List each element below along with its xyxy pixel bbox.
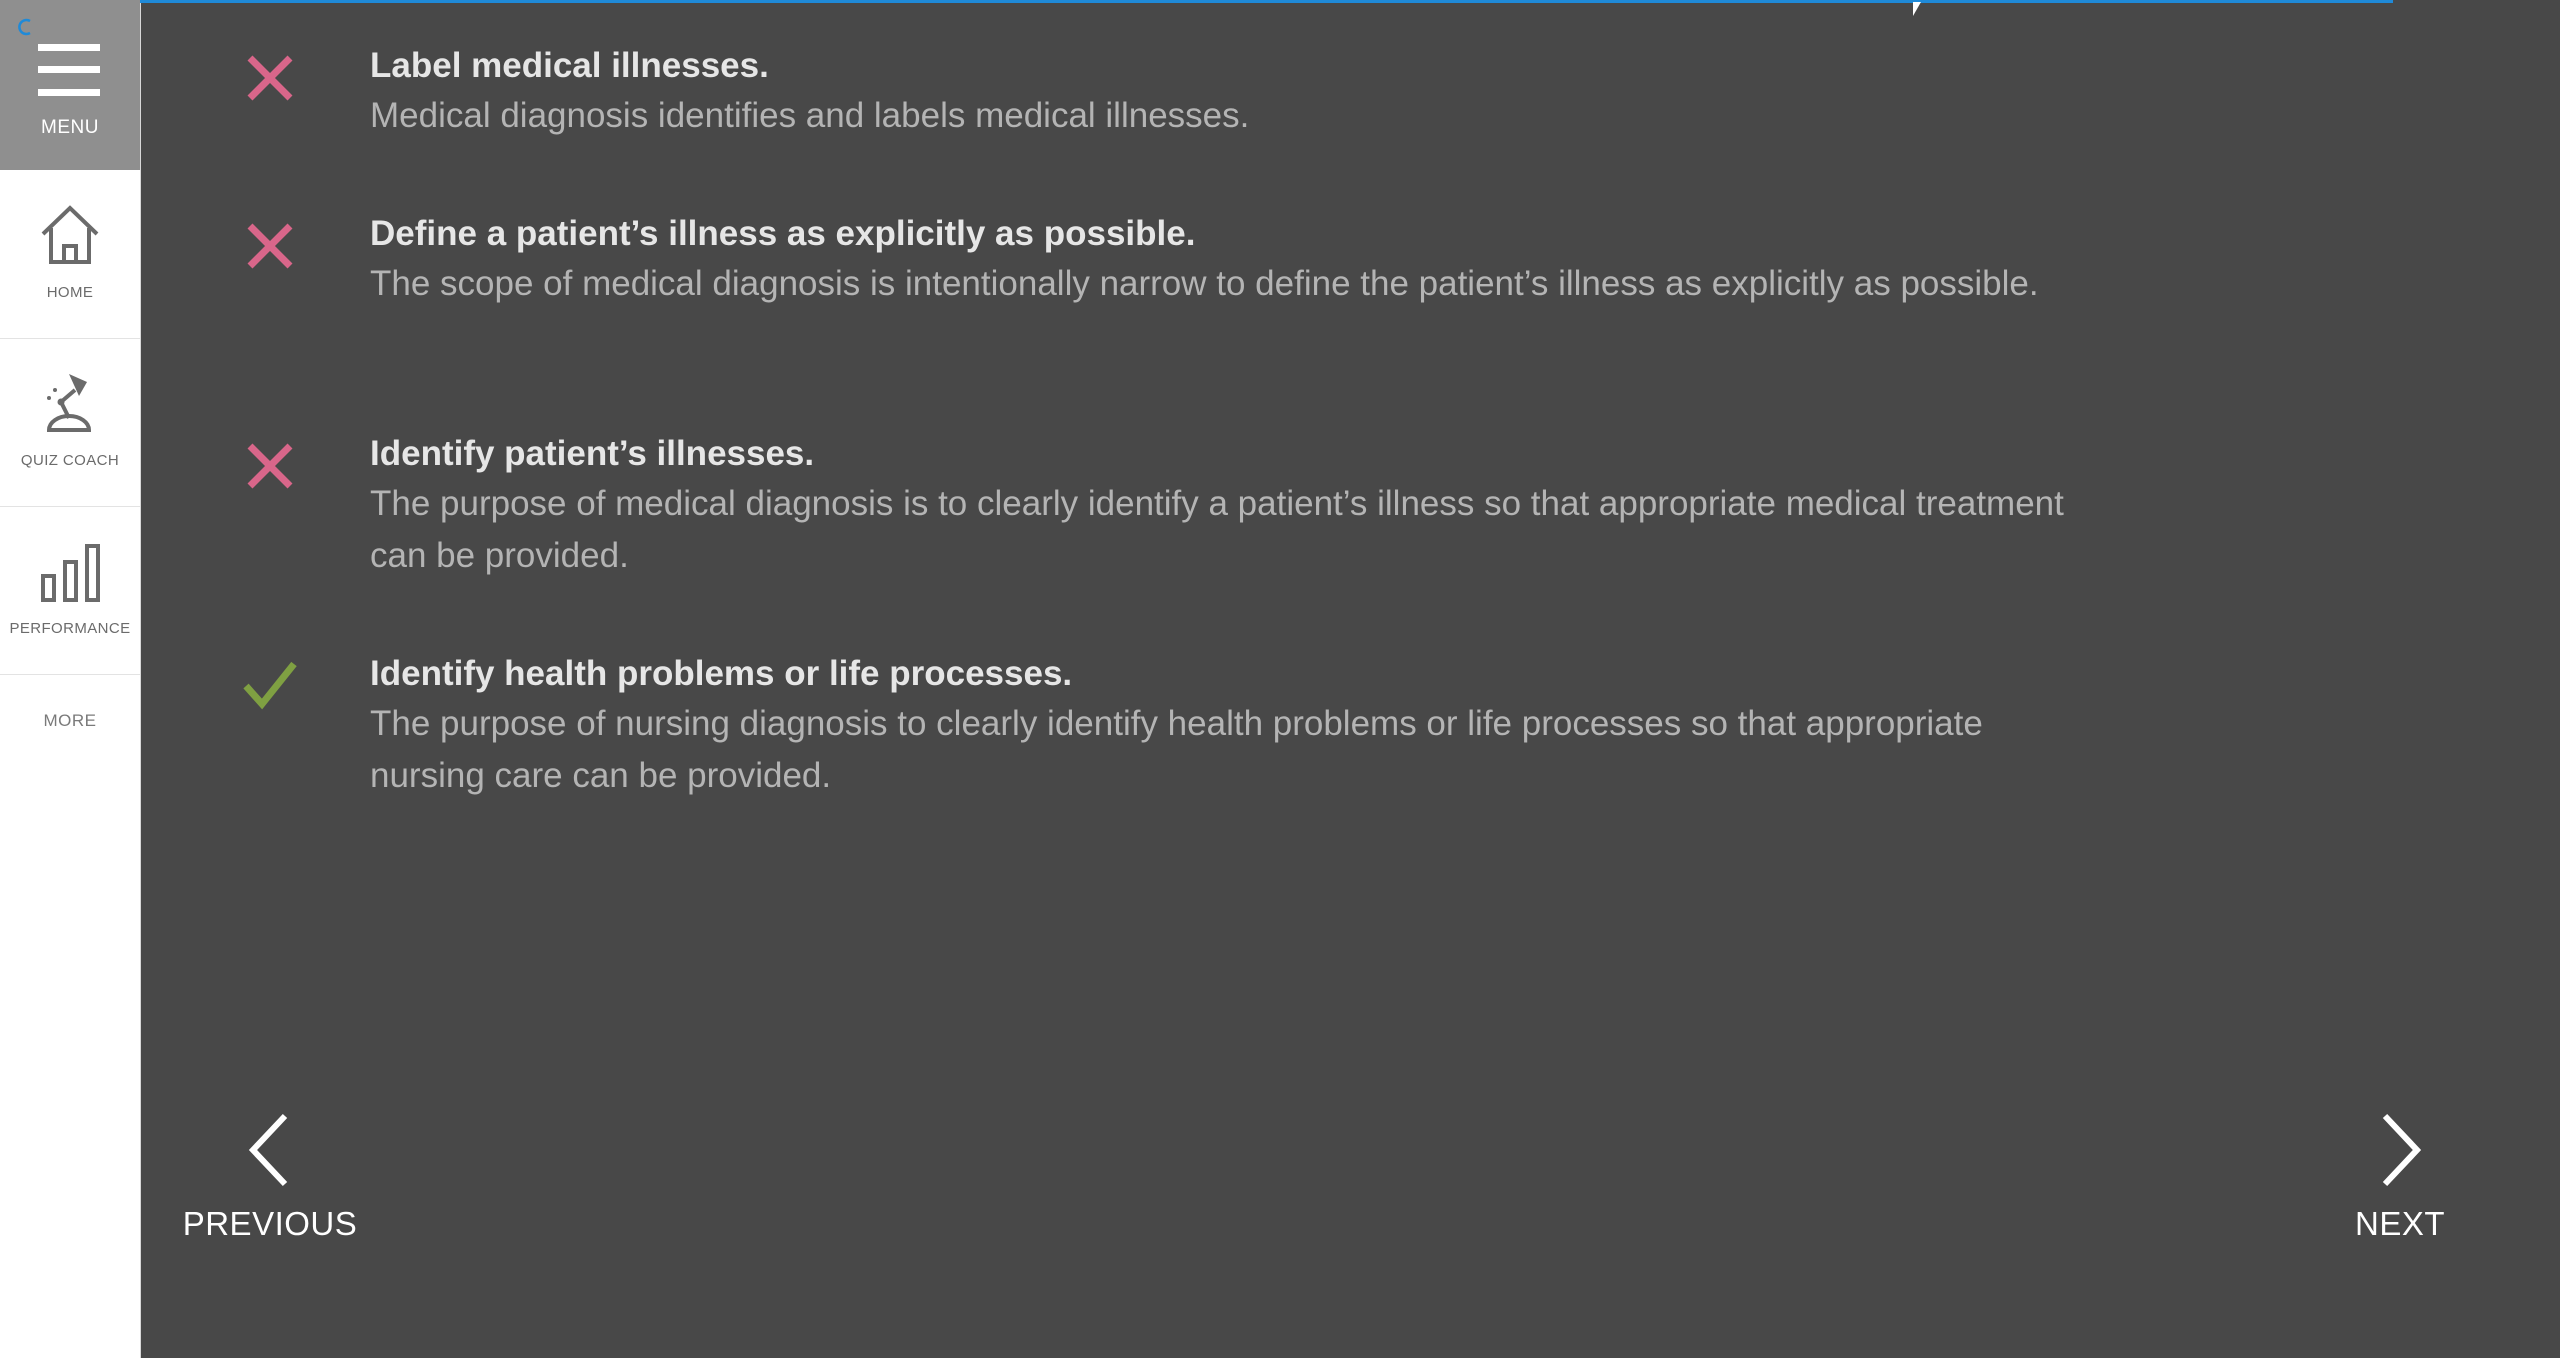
progress-marker-icon xyxy=(1913,2,1921,16)
loading-spinner-icon xyxy=(18,18,31,36)
chevron-left-icon xyxy=(248,1113,288,1187)
menu-button[interactable]: MENU xyxy=(0,0,140,170)
chevron-right-icon xyxy=(2382,1113,2422,1187)
x-icon xyxy=(247,443,293,489)
sidebar-item-quiz-coach[interactable]: QUIZ COACH xyxy=(0,338,140,507)
answer-title: Identify patient’s illnesses. xyxy=(370,434,815,473)
answer-rationale: The scope of medical diagnosis is intent… xyxy=(370,264,2039,303)
answer-title: Identify health problems or life process… xyxy=(370,654,1073,693)
next-button[interactable]: NEXT xyxy=(2290,1110,2510,1250)
previous-label: PREVIOUS xyxy=(182,1205,358,1242)
sidebar-item-home[interactable]: HOME xyxy=(0,170,140,339)
sidebar-item-label: PERFORMANCE xyxy=(9,620,131,637)
home-icon xyxy=(41,205,99,264)
hamburger-icon xyxy=(38,44,100,96)
bar-chart-icon xyxy=(41,544,100,602)
answer-rationale: Medical diagnosis identifies and labels … xyxy=(370,96,1250,135)
x-icon xyxy=(247,55,293,101)
more-button[interactable]: MORE xyxy=(0,711,140,731)
x-icon xyxy=(247,223,293,269)
menu-label: MENU xyxy=(41,117,99,138)
sidebar: MENU HOME QUIZ COACH PERFORMANCE MORE xyxy=(0,0,141,1358)
sidebar-item-label: QUIZ COACH xyxy=(20,452,120,469)
answer-rationale: The purpose of nursing diagnosis to clea… xyxy=(370,704,1983,795)
sidebar-item-performance[interactable]: PERFORMANCE xyxy=(0,506,140,675)
progress-bar xyxy=(140,0,2393,3)
previous-button[interactable]: PREVIOUS xyxy=(160,1110,380,1250)
next-label: NEXT xyxy=(2354,1205,2445,1242)
answer-title: Label medical illnesses. xyxy=(370,46,769,85)
answer-title: Define a patient’s illness as explicitly… xyxy=(370,214,1196,253)
answer-rationale: The purpose of medical diagnosis is to c… xyxy=(370,484,2064,575)
sidebar-item-label: HOME xyxy=(46,284,94,301)
check-icon xyxy=(243,661,297,710)
desk-lamp-icon xyxy=(46,374,92,432)
